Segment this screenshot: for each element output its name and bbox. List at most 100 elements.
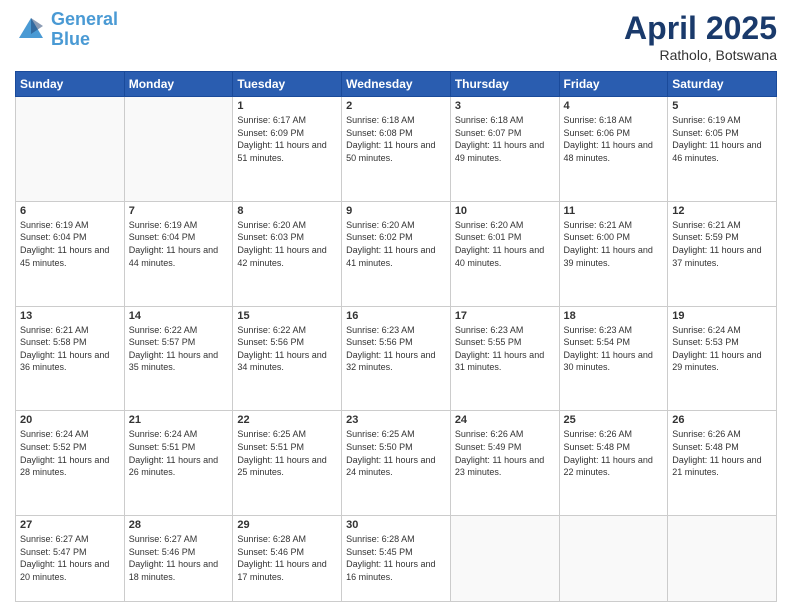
day-number: 6 [20, 205, 120, 217]
day-info: Sunrise: 6:22 AM Sunset: 5:56 PM Dayligh… [237, 324, 337, 374]
day-cell: 26Sunrise: 6:26 AM Sunset: 5:48 PM Dayli… [668, 411, 777, 516]
day-info: Sunrise: 6:19 AM Sunset: 6:04 PM Dayligh… [20, 219, 120, 269]
calendar-table: SundayMondayTuesdayWednesdayThursdayFrid… [15, 71, 777, 602]
day-number: 19 [672, 310, 772, 322]
week-row-0: 1 Sunrise: 6:17 AM Sunset: 6:09 PM Daylig… [16, 97, 777, 202]
day-cell: 25 Sunrise: 6:26 AM Sunset: 5:48 PM Dayli… [559, 411, 668, 516]
day-number: 30 [346, 519, 446, 531]
logo-text-line1: General [51, 10, 118, 30]
day-info: Sunrise: 6:17 AM Sunset: 6:09 PM Dayligh… [237, 114, 337, 164]
day-cell: 12Sunrise: 6:21 AM Sunset: 5:59 PM Dayli… [668, 201, 777, 306]
day-number: 24 [455, 414, 555, 426]
day-cell: 30 Sunrise: 6:28 AM Sunset: 5:45 PM Dayli… [342, 516, 451, 602]
week-row-3: 20 Sunrise: 6:24 AM Sunset: 5:52 PM Dayli… [16, 411, 777, 516]
day-info: Sunrise: 6:26 AM Sunset: 5:48 PM Dayligh… [672, 428, 772, 478]
day-info: Sunrise: 6:26 AM Sunset: 5:48 PM Dayligh… [564, 428, 664, 478]
day-info: Sunrise: 6:24 AM Sunset: 5:53 PM Dayligh… [672, 324, 772, 374]
day-number: 23 [346, 414, 446, 426]
day-number: 9 [346, 205, 446, 217]
day-cell: 24 Sunrise: 6:26 AM Sunset: 5:49 PM Dayli… [450, 411, 559, 516]
header-cell-sunday: Sunday [16, 72, 125, 97]
title-block: April 2025 Ratholo, Botswana [624, 10, 777, 63]
day-cell: 1 Sunrise: 6:17 AM Sunset: 6:09 PM Daylig… [233, 97, 342, 202]
logo-icon [15, 14, 47, 46]
day-info: Sunrise: 6:20 AM Sunset: 6:01 PM Dayligh… [455, 219, 555, 269]
day-cell: 22 Sunrise: 6:25 AM Sunset: 5:51 PM Dayli… [233, 411, 342, 516]
day-info: Sunrise: 6:20 AM Sunset: 6:03 PM Dayligh… [237, 219, 337, 269]
day-cell: 5Sunrise: 6:19 AM Sunset: 6:05 PM Daylig… [668, 97, 777, 202]
day-cell: 29Sunrise: 6:28 AM Sunset: 5:46 PM Dayli… [233, 516, 342, 602]
day-info: Sunrise: 6:28 AM Sunset: 5:45 PM Dayligh… [346, 533, 446, 583]
header-cell-saturday: Saturday [668, 72, 777, 97]
day-cell: 4 Sunrise: 6:18 AM Sunset: 6:06 PM Daylig… [559, 97, 668, 202]
day-info: Sunrise: 6:23 AM Sunset: 5:54 PM Dayligh… [564, 324, 664, 374]
day-number: 14 [129, 310, 229, 322]
day-number: 15 [237, 310, 337, 322]
day-number: 10 [455, 205, 555, 217]
day-info: Sunrise: 6:23 AM Sunset: 5:56 PM Dayligh… [346, 324, 446, 374]
day-info: Sunrise: 6:18 AM Sunset: 6:07 PM Dayligh… [455, 114, 555, 164]
day-cell: 6 Sunrise: 6:19 AM Sunset: 6:04 PM Daylig… [16, 201, 125, 306]
day-number: 27 [20, 519, 120, 531]
logo: General Blue [15, 10, 118, 50]
header-row: SundayMondayTuesdayWednesdayThursdayFrid… [16, 72, 777, 97]
header-cell-friday: Friday [559, 72, 668, 97]
day-cell: 23 Sunrise: 6:25 AM Sunset: 5:50 PM Dayli… [342, 411, 451, 516]
day-info: Sunrise: 6:24 AM Sunset: 5:51 PM Dayligh… [129, 428, 229, 478]
header-cell-tuesday: Tuesday [233, 72, 342, 97]
header-cell-monday: Monday [124, 72, 233, 97]
day-cell: 9 Sunrise: 6:20 AM Sunset: 6:02 PM Daylig… [342, 201, 451, 306]
day-number: 12 [672, 205, 772, 217]
day-info: Sunrise: 6:20 AM Sunset: 6:02 PM Dayligh… [346, 219, 446, 269]
day-info: Sunrise: 6:25 AM Sunset: 5:50 PM Dayligh… [346, 428, 446, 478]
day-info: Sunrise: 6:25 AM Sunset: 5:51 PM Dayligh… [237, 428, 337, 478]
day-number: 16 [346, 310, 446, 322]
day-cell: 18Sunrise: 6:23 AM Sunset: 5:54 PM Dayli… [559, 306, 668, 411]
calendar-subtitle: Ratholo, Botswana [624, 47, 777, 63]
day-cell: 14 Sunrise: 6:22 AM Sunset: 5:57 PM Dayli… [124, 306, 233, 411]
day-number: 4 [564, 100, 664, 112]
day-info: Sunrise: 6:24 AM Sunset: 5:52 PM Dayligh… [20, 428, 120, 478]
week-row-4: 27 Sunrise: 6:27 AM Sunset: 5:47 PM Dayli… [16, 516, 777, 602]
calendar-header: SundayMondayTuesdayWednesdayThursdayFrid… [16, 72, 777, 97]
day-number: 8 [237, 205, 337, 217]
day-number: 1 [237, 100, 337, 112]
day-number: 7 [129, 205, 229, 217]
day-info: Sunrise: 6:23 AM Sunset: 5:55 PM Dayligh… [455, 324, 555, 374]
day-cell: 27 Sunrise: 6:27 AM Sunset: 5:47 PM Dayli… [16, 516, 125, 602]
day-info: Sunrise: 6:21 AM Sunset: 6:00 PM Dayligh… [564, 219, 664, 269]
calendar-body: 1 Sunrise: 6:17 AM Sunset: 6:09 PM Daylig… [16, 97, 777, 602]
header-cell-wednesday: Wednesday [342, 72, 451, 97]
day-info: Sunrise: 6:19 AM Sunset: 6:04 PM Dayligh… [129, 219, 229, 269]
day-info: Sunrise: 6:22 AM Sunset: 5:57 PM Dayligh… [129, 324, 229, 374]
day-cell [16, 97, 125, 202]
day-number: 3 [455, 100, 555, 112]
day-number: 20 [20, 414, 120, 426]
day-info: Sunrise: 6:28 AM Sunset: 5:46 PM Dayligh… [237, 533, 337, 583]
day-cell: 2Sunrise: 6:18 AM Sunset: 6:08 PM Daylig… [342, 97, 451, 202]
day-number: 21 [129, 414, 229, 426]
day-info: Sunrise: 6:19 AM Sunset: 6:05 PM Dayligh… [672, 114, 772, 164]
day-number: 28 [129, 519, 229, 531]
day-info: Sunrise: 6:27 AM Sunset: 5:47 PM Dayligh… [20, 533, 120, 583]
day-number: 17 [455, 310, 555, 322]
day-cell: 11 Sunrise: 6:21 AM Sunset: 6:00 PM Dayli… [559, 201, 668, 306]
day-info: Sunrise: 6:27 AM Sunset: 5:46 PM Dayligh… [129, 533, 229, 583]
logo-text-line2: Blue [51, 30, 118, 50]
day-number: 11 [564, 205, 664, 217]
day-info: Sunrise: 6:26 AM Sunset: 5:49 PM Dayligh… [455, 428, 555, 478]
week-row-1: 6 Sunrise: 6:19 AM Sunset: 6:04 PM Daylig… [16, 201, 777, 306]
day-cell: 21 Sunrise: 6:24 AM Sunset: 5:51 PM Dayli… [124, 411, 233, 516]
day-number: 25 [564, 414, 664, 426]
header: General Blue April 2025 Ratholo, Botswan… [15, 10, 777, 63]
day-cell: 28 Sunrise: 6:27 AM Sunset: 5:46 PM Dayli… [124, 516, 233, 602]
day-number: 2 [346, 100, 446, 112]
day-cell [450, 516, 559, 602]
day-cell: 3 Sunrise: 6:18 AM Sunset: 6:07 PM Daylig… [450, 97, 559, 202]
day-cell [559, 516, 668, 602]
day-number: 22 [237, 414, 337, 426]
day-number: 13 [20, 310, 120, 322]
day-cell: 13Sunrise: 6:21 AM Sunset: 5:58 PM Dayli… [16, 306, 125, 411]
page: General Blue April 2025 Ratholo, Botswan… [0, 0, 792, 612]
day-info: Sunrise: 6:18 AM Sunset: 6:06 PM Dayligh… [564, 114, 664, 164]
